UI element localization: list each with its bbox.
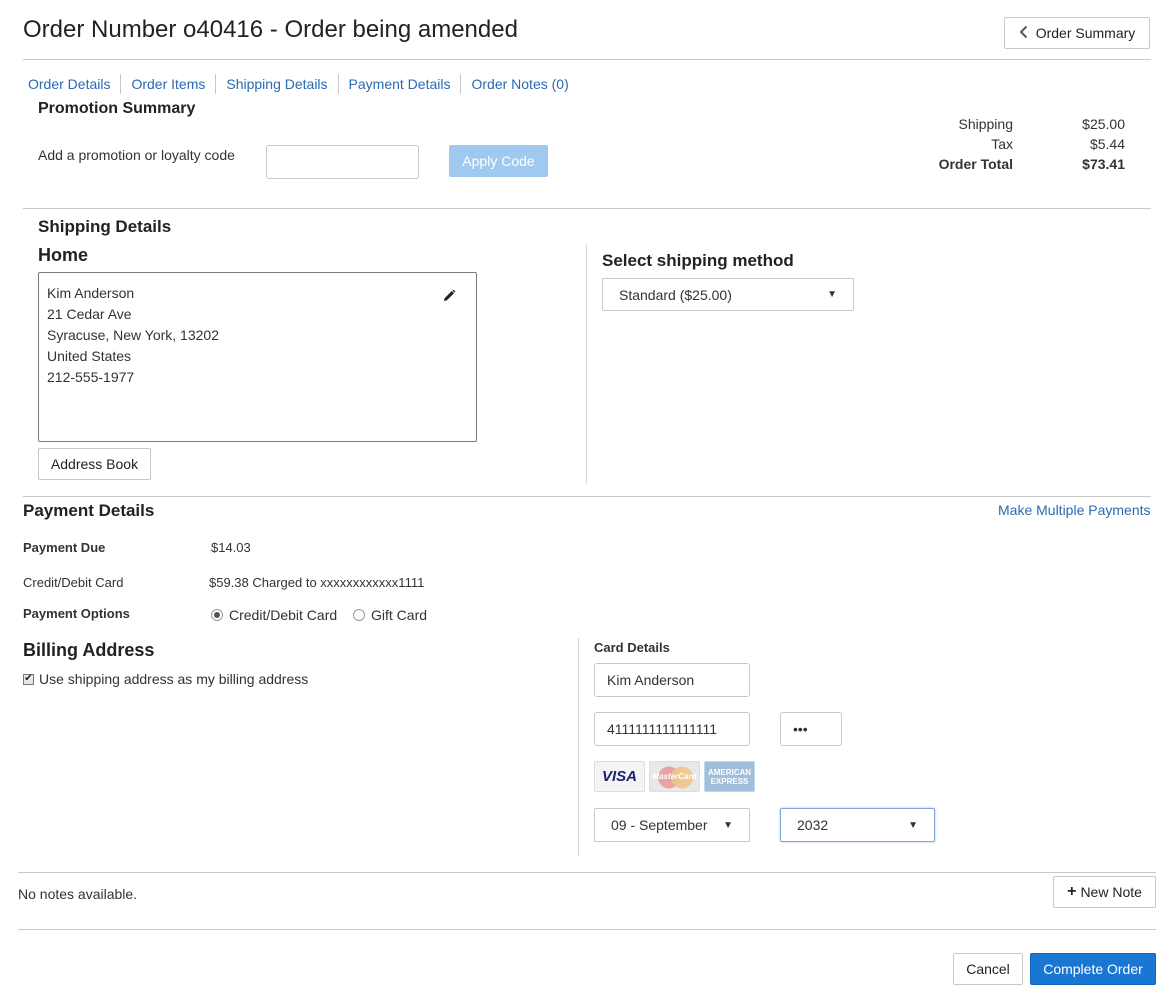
new-note-label: New Note [1080,884,1142,900]
new-note-button[interactable]: + New Note [1053,876,1156,908]
promotion-title: Promotion Summary [38,100,196,117]
shipping-column-divider [586,244,587,484]
mastercard-logo-text: MasterCard [652,772,697,781]
payment-option-card[interactable]: Credit/Debit Card [211,607,337,623]
address-phone: 212-555-1977 [47,369,135,385]
address-street: 21 Cedar Ave [47,306,132,322]
no-notes-text: No notes available. [18,886,138,902]
dropdown-caret-icon: ▼ [908,819,918,831]
billing-title: Billing Address [23,640,155,660]
tab-order-details[interactable]: Order Details [23,74,122,94]
order-summary-button[interactable]: Order Summary [1004,17,1150,49]
address-title: Home [38,245,89,265]
cancel-button[interactable]: Cancel [953,953,1023,985]
radio-selected[interactable] [211,609,223,621]
plus-icon: + [1067,883,1077,900]
cardholder-name-input[interactable]: Kim Anderson [594,663,750,697]
tax-row: Tax $5.44 [900,136,1130,152]
use-shipping-checkbox[interactable]: ✔ [23,673,34,685]
tax-value: $5.44 [1089,136,1125,152]
cvv-input[interactable]: ••• [780,712,842,746]
use-shipping-checkbox-row[interactable]: ✔ Use shipping address as my billing add… [23,671,308,687]
address-city: Syracuse, New York, 13202 [47,327,219,343]
expiry-year-select[interactable]: 2032 ▼ [780,808,935,842]
option-card-label: Credit/Debit Card [229,607,338,623]
shipping-method-title: Select shipping method [602,251,794,270]
payment-due-value: $14.03 [211,540,251,555]
payment-option-gift[interactable]: Gift Card [353,607,427,623]
card-number-input[interactable]: 4111111111111111 [594,712,750,746]
card-details-title: Card Details [594,640,670,655]
header-divider [23,59,1151,60]
payment-options-label: Payment Options [23,606,130,621]
order-total-label: Order Total [938,156,1013,172]
notes-top-divider [18,872,1156,873]
order-total-value: $73.41 [1082,156,1125,172]
make-multiple-payments-link[interactable]: Make Multiple Payments [998,502,1151,518]
edit-pencil-icon[interactable] [442,289,456,306]
use-shipping-label: Use shipping address as my billing addre… [39,671,309,687]
dropdown-caret-icon: ▼ [723,819,733,831]
shipping-title: Shipping Details [38,217,172,236]
promotion-prompt: Add a promotion or loyalty code [38,147,235,163]
dropdown-caret-icon: ▼ [827,289,837,300]
shipping-method-select[interactable]: Standard ($25.00) ▼ [602,278,854,311]
address-country: United States [47,348,132,364]
amex-logo-text: AMERICAN EXPRESS [707,767,752,786]
promotion-code-input[interactable] [266,145,419,179]
complete-order-button[interactable]: Complete Order [1030,953,1156,985]
mastercard-logo: MasterCard [649,761,700,792]
chevron-left-icon [1019,25,1028,42]
section-tabs: Order Details Order Items Shipping Detai… [23,74,579,94]
notes-bottom-divider [18,929,1156,930]
visa-logo-text: VISA [601,768,637,785]
promotion-divider [23,208,1151,209]
visa-logo: VISA [594,761,645,792]
address-book-button[interactable]: Address Book [38,448,151,480]
option-gift-label: Gift Card [371,607,428,623]
payment-due-label: Payment Due [23,540,106,555]
apply-code-button[interactable]: Apply Code [449,145,548,177]
page-title: Order Number o40416 - Order being amende… [23,16,518,43]
tab-payment-details[interactable]: Payment Details [339,74,462,94]
order-total-row: Order Total $73.41 [900,156,1130,172]
expiry-month-select[interactable]: 09 - September ▼ [594,808,750,842]
address-name: Kim Anderson [47,285,135,301]
billing-column-divider [578,638,579,856]
promotion-section: Promotion Summary Add a promotion or loy… [0,100,1169,200]
shipping-divider [23,496,1151,497]
expiry-year-value: 2032 [797,817,829,833]
radio-unselected[interactable] [353,609,365,621]
shipping-total-row: Shipping $25.00 [900,116,1130,132]
shipping-total-label: Shipping [958,116,1014,132]
tab-order-items[interactable]: Order Items [121,74,217,94]
tab-shipping-details[interactable]: Shipping Details [216,74,339,94]
expiry-month-value: 09 - September [611,817,708,833]
credit-card-charge: $59.38 Charged to xxxxxxxxxxxx1111 [209,575,425,590]
shipping-address-card: Kim Anderson 21 Cedar Ave Syracuse, New … [38,272,477,442]
tax-label: Tax [991,136,1013,152]
shipping-total-value: $25.00 [1082,116,1125,132]
order-summary-label: Order Summary [1035,25,1136,41]
payment-title: Payment Details [23,501,155,520]
tab-order-notes[interactable]: Order Notes (0) [461,74,578,94]
amex-logo: AMERICAN EXPRESS [704,761,755,792]
shipping-method-value: Standard ($25.00) [619,286,732,303]
credit-card-label: Credit/Debit Card [23,575,124,590]
